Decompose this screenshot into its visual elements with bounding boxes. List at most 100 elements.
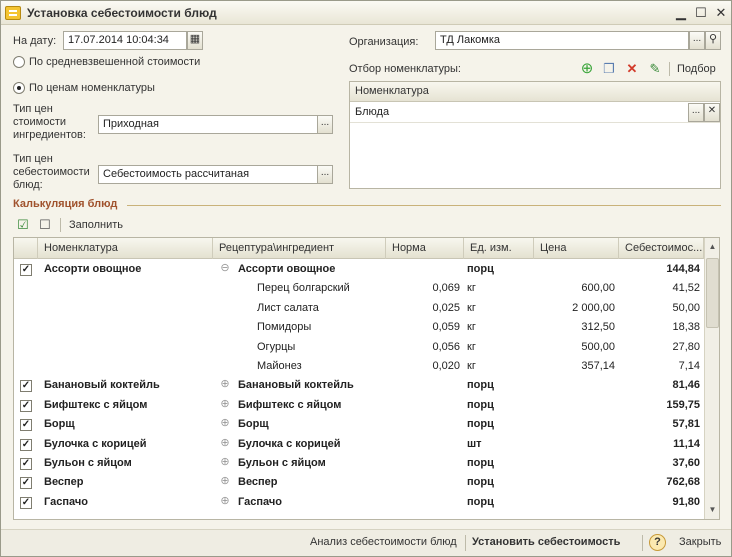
table-row[interactable]: ✓ Веспер ⊕ Веспер порц 762,68 — [14, 473, 704, 493]
filter-table: Номенклатура Блюда ... ✕ — [349, 81, 721, 189]
price-cell: 500,00 — [581, 340, 615, 353]
unit-cell: порц — [467, 379, 494, 392]
unit-cell: кг — [467, 282, 476, 295]
set-cost-button[interactable]: Установить себестоимость — [472, 536, 620, 548]
date-label: На дату: — [13, 35, 57, 47]
row-checkbox[interactable]: ✓ — [20, 264, 32, 276]
filter-label: Отбор номенклатуры: — [349, 63, 461, 75]
calendar-icon[interactable]: ▦ — [187, 31, 203, 50]
window-title: Установка себестоимости блюд — [27, 6, 217, 20]
filter-row-select-button[interactable]: ... — [688, 103, 704, 122]
radio-weighted-cost[interactable] — [13, 56, 25, 68]
maximize-button[interactable]: ☐ — [693, 5, 709, 21]
ingredient-name: Огурцы — [257, 340, 296, 353]
cost-setting-window: Установка себестоимости блюд ▁ ☐ ✕ На да… — [0, 0, 732, 557]
row-checkbox[interactable]: ✓ — [20, 380, 32, 393]
ingredient-price-type-label-line3: ингредиентов: — [13, 129, 86, 141]
dish-price-type-select-button[interactable]: ... — [317, 165, 333, 184]
check-all-icon[interactable]: ☑ — [15, 217, 31, 233]
unit-cell: порц — [467, 418, 494, 431]
ingredient-price-type-select-button[interactable]: ... — [317, 115, 333, 134]
table-row[interactable]: ✓ Гаспачо ⊕ Гаспачо порц 91,80 — [14, 493, 704, 513]
recipe-name: Бульон с яйцом — [238, 457, 326, 469]
organization-field[interactable]: ТД Лакомка — [435, 31, 689, 50]
header-nomenclature[interactable]: Номенклатура — [38, 238, 213, 259]
header-unit[interactable]: Ед. изм. — [464, 238, 534, 259]
table-row[interactable]: ✓ Бульон с яйцом ⊕ Бульон с яйцом порц 37,60 — [14, 454, 704, 474]
cost-cell: 81,46 — [672, 379, 700, 392]
table-row[interactable]: ✓ Банановый коктейль ⊕ Банановый коктейль по… — [14, 376, 704, 396]
cost-cell: 144,84 — [666, 263, 700, 275]
cost-cell: 37,60 — [672, 457, 700, 469]
header-price[interactable]: Цена — [534, 238, 619, 259]
form-icon — [5, 6, 21, 20]
ingredient-row[interactable]: Огурцы 0,056 кг 500,00 27,80 — [14, 338, 704, 358]
recipe-name: Ассорти овощное — [238, 263, 336, 275]
ingredient-name: Майонез — [257, 360, 302, 372]
table-row[interactable]: ✓ Борщ ⊕ Борщ порц 57,81 — [14, 415, 704, 435]
expand-toggle-icon[interactable]: ⊕ — [220, 379, 230, 390]
scroll-thumb[interactable] — [706, 258, 719, 328]
row-checkbox[interactable]: ✓ — [20, 419, 32, 432]
section-divider — [127, 205, 721, 206]
ingredient-row[interactable]: Перец болгарский 0,069 кг 600,00 41,52 — [14, 279, 704, 299]
unit-cell: порц — [467, 398, 494, 411]
uncheck-all-icon[interactable]: ☐ — [37, 217, 53, 233]
dish-price-type-field[interactable]: Себестоимость рассчитаная — [98, 165, 318, 184]
row-checkbox[interactable]: ✓ — [20, 458, 32, 470]
scroll-down-icon[interactable]: ▼ — [706, 503, 719, 517]
table-row[interactable]: ✓ Булочка с корицей ⊕ Булочка с корицей шт 11… — [14, 435, 704, 455]
minimize-button[interactable]: ▁ — [673, 5, 689, 21]
filter-row-clear-icon[interactable]: ✕ — [704, 103, 720, 122]
vertical-scrollbar[interactable]: ▲ ▼ — [704, 238, 719, 519]
date-field[interactable]: 17.07.2014 10:04:34 — [63, 31, 187, 50]
filter-row[interactable]: Блюда ... ✕ — [350, 103, 720, 123]
ingredient-price-type-field[interactable]: Приходная — [98, 115, 318, 134]
header-norm[interactable]: Норма — [386, 238, 464, 259]
expand-toggle-icon[interactable]: ⊕ — [220, 398, 230, 410]
dish-name: Булочка с корицей — [44, 437, 147, 450]
expand-toggle-icon[interactable]: ⊕ — [220, 476, 230, 487]
expand-toggle-icon[interactable]: ⊕ — [220, 418, 230, 429]
ingredient-row[interactable]: Майонез 0,020 кг 357,14 7,14 — [14, 357, 704, 377]
header-recipe[interactable]: Рецептура\ингредиент — [213, 238, 386, 259]
scroll-up-icon[interactable]: ▲ — [706, 240, 719, 254]
row-checkbox[interactable]: ✓ — [20, 496, 32, 509]
expand-toggle-icon[interactable]: ⊕ — [220, 437, 230, 449]
filter-select-button[interactable]: Подбор — [677, 63, 716, 75]
table-header: Номенклатура Рецептура\ингредиент Норма … — [14, 238, 704, 259]
add-circle-icon[interactable]: ⊕ — [579, 61, 595, 77]
analysis-button[interactable]: Анализ себестоимости блюд — [310, 536, 457, 548]
toolbar-separator — [669, 62, 670, 76]
table-row[interactable]: ✓ Бифштекс с яйцом ⊕ Бифштекс с яйцом порц 15… — [14, 396, 704, 416]
table-row[interactable]: ✓ Ассорти овощное ⊖ Ассорти овощное порц 144,… — [14, 260, 704, 280]
search-icon[interactable]: ⚲ — [705, 31, 721, 50]
close-window-button[interactable]: ✕ — [713, 5, 729, 21]
row-checkbox[interactable]: ✓ — [20, 438, 32, 451]
edit-icon[interactable]: ✎ — [647, 61, 663, 77]
filter-column-header: Номенклатура — [350, 82, 720, 102]
recipe-name: Борщ — [238, 418, 269, 431]
copy-icon[interactable]: ❐ — [601, 61, 617, 77]
header-cost[interactable]: Себестоимос... — [619, 238, 704, 259]
delete-icon[interactable]: ✕ — [624, 61, 640, 77]
row-checkbox[interactable]: ✓ — [20, 477, 32, 490]
organization-select-button[interactable]: ... — [689, 31, 705, 50]
fill-button[interactable]: Заполнить — [69, 219, 123, 231]
expand-toggle-icon[interactable]: ⊕ — [220, 495, 230, 507]
ingredient-row[interactable]: Лист салата 0,025 кг 2 000,00 50,00 — [14, 299, 704, 319]
row-checkbox[interactable]: ✓ — [20, 399, 32, 412]
dish-name: Бульон с яйцом — [44, 457, 132, 469]
ingredient-name: Помидоры — [257, 321, 312, 334]
recipe-name: Веспер — [238, 476, 278, 489]
norm-cell: 0,025 — [432, 301, 460, 314]
ingredient-row[interactable]: Помидоры 0,059 кг 312,50 18,38 — [14, 318, 704, 338]
cost-cell: 11,14 — [673, 437, 700, 450]
help-icon[interactable]: ? — [649, 534, 666, 551]
expand-toggle-icon[interactable]: ⊕ — [220, 457, 230, 468]
norm-cell: 0,059 — [432, 321, 460, 334]
expand-toggle-icon[interactable]: ⊖ — [220, 263, 230, 274]
close-button[interactable]: Закрыть — [679, 536, 721, 548]
norm-cell: 0,020 — [432, 360, 460, 372]
radio-nomenclature-prices[interactable] — [13, 82, 25, 94]
